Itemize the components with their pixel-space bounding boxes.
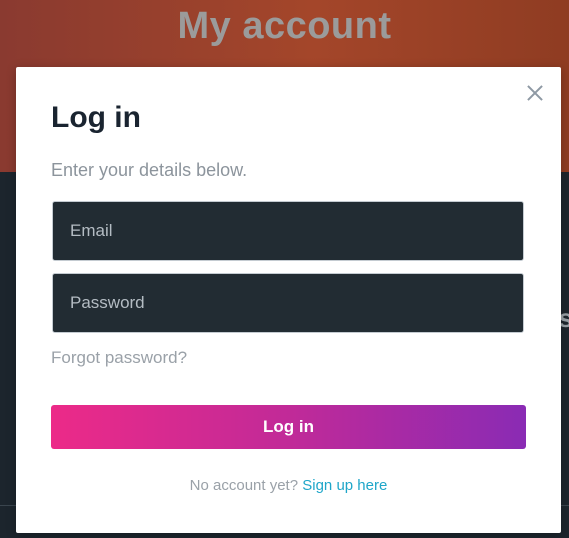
forgot-password-link[interactable]: Forgot password? (51, 348, 187, 368)
login-modal: Log in Enter your details below. Forgot … (16, 67, 561, 533)
signup-prompt: No account yet? (189, 477, 299, 494)
close-icon[interactable] (526, 84, 544, 102)
signup-row: No account yet? Sign up here (16, 477, 561, 494)
login-button[interactable]: Log in (51, 405, 526, 449)
password-field[interactable] (52, 273, 524, 333)
page-title: My account (177, 5, 392, 47)
modal-subtitle: Enter your details below. (51, 160, 248, 180)
modal-title: Log in (51, 101, 141, 134)
signup-link[interactable]: Sign up here (302, 477, 387, 494)
page: My account s Log in Enter your details b… (0, 0, 569, 538)
email-field[interactable] (52, 201, 524, 261)
